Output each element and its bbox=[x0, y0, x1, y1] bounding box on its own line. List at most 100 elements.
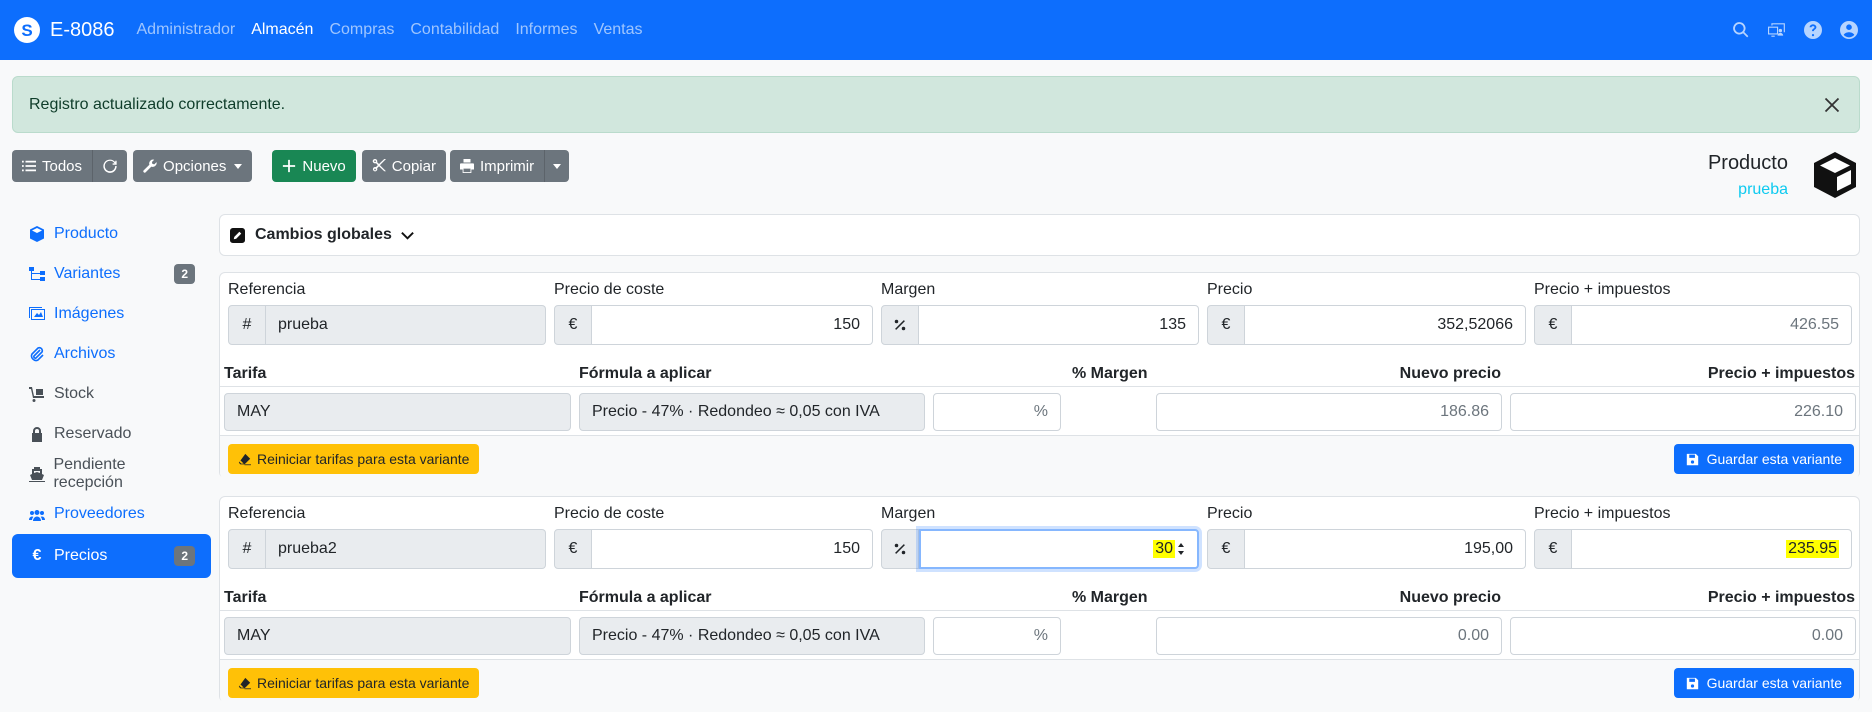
brand[interactable]: S E-8086 bbox=[14, 17, 115, 43]
sidebar-item-reservado[interactable]: Reservado bbox=[12, 414, 211, 454]
close-icon[interactable] bbox=[1821, 94, 1843, 116]
nav-contabilidad[interactable]: Contabilidad bbox=[410, 21, 499, 39]
success-alert: Registro actualizado correctamente. bbox=[12, 76, 1860, 133]
euro-icon: € bbox=[1534, 305, 1572, 345]
reset-label: Reiniciar tarifas para esta variante bbox=[257, 675, 470, 691]
sidebar-item-label: Variantes bbox=[54, 265, 121, 282]
number-spinner-icon[interactable] bbox=[1177, 541, 1185, 557]
referencia-input[interactable]: prueba bbox=[266, 305, 546, 345]
refresh-icon bbox=[103, 159, 117, 173]
page-subtitle[interactable]: prueba bbox=[1708, 181, 1788, 199]
nuevo-precio-input[interactable]: 186.86 bbox=[1156, 393, 1502, 431]
field-label: Precio bbox=[1207, 505, 1253, 522]
field-label: Precio bbox=[1207, 281, 1253, 298]
field-label: Referencia bbox=[228, 281, 306, 298]
imprimir-dropdown-button[interactable] bbox=[544, 150, 570, 182]
reset-label: Reiniciar tarifas para esta variante bbox=[257, 451, 470, 467]
nav-administrador[interactable]: Administrador bbox=[137, 21, 236, 39]
precio-impuestos-value: 235.95 bbox=[1786, 540, 1839, 558]
chevron-down-icon bbox=[234, 163, 243, 169]
precio-coste-field: Precio de coste €150 bbox=[554, 281, 873, 345]
margen-field: Margen 30 bbox=[881, 505, 1199, 569]
todos-button[interactable]: Todos bbox=[12, 150, 93, 182]
page-title-block: Producto prueba bbox=[1708, 152, 1788, 199]
chevron-down-icon bbox=[553, 163, 562, 169]
refresh-button[interactable] bbox=[92, 150, 128, 182]
imprimir-group: Imprimir bbox=[449, 150, 570, 182]
sidebar-item-archivos[interactable]: Archivos bbox=[12, 334, 211, 374]
global-changes-header[interactable]: Cambios globales bbox=[219, 214, 1860, 256]
percent-suffix: % bbox=[1033, 403, 1048, 420]
reset-tarifas-button[interactable]: Reiniciar tarifas para esta variante bbox=[228, 444, 480, 474]
variant-footer: Reiniciar tarifas para esta variante Gua… bbox=[220, 435, 1859, 479]
nav-ventas[interactable]: Ventas bbox=[594, 21, 643, 39]
pct-margen-input[interactable]: % bbox=[933, 617, 1061, 655]
imprimir-button[interactable]: Imprimir bbox=[449, 150, 545, 182]
reset-tarifas-button[interactable]: Reiniciar tarifas para esta variante bbox=[228, 668, 480, 698]
sidebar-item-variantes[interactable]: Variantes 2 bbox=[12, 254, 211, 294]
col-formula: Fórmula a aplicar bbox=[579, 589, 712, 606]
alert-message: Registro actualizado correctamente. bbox=[29, 95, 286, 113]
save-variant-button[interactable]: Guardar esta variante bbox=[1673, 668, 1854, 698]
save-variant-button[interactable]: Guardar esta variante bbox=[1673, 444, 1854, 474]
precio-impuestos-input[interactable]: 426.55 bbox=[1572, 305, 1852, 345]
precio-impuestos-input[interactable]: 235.95 bbox=[1572, 529, 1852, 569]
opciones-button[interactable]: Opciones bbox=[133, 150, 253, 182]
precio-input[interactable]: 195,00 bbox=[1245, 529, 1526, 569]
nuevo-precio-input[interactable]: 0.00 bbox=[1156, 617, 1502, 655]
field-label: Precio + impuestos bbox=[1534, 505, 1671, 522]
field-label: Referencia bbox=[228, 505, 306, 522]
paperclip-icon bbox=[28, 345, 46, 363]
scissors-icon bbox=[372, 159, 386, 172]
margen-input[interactable]: 135 bbox=[919, 305, 1199, 345]
nav-compras[interactable]: Compras bbox=[329, 21, 394, 39]
sidebar-item-pendiente-recepcion[interactable]: Pendiente recepción bbox=[12, 454, 211, 494]
list-icon bbox=[22, 160, 36, 172]
nuevo-group: Nuevo bbox=[272, 150, 356, 182]
precio-coste-field: Precio de coste €150 bbox=[554, 505, 873, 569]
nav-informes[interactable]: Informes bbox=[515, 21, 577, 39]
referencia-field: Referencia # prueba2 bbox=[228, 505, 546, 569]
tarifa-precio-impuestos-input[interactable]: 0.00 bbox=[1510, 617, 1856, 655]
euro-icon: € bbox=[32, 547, 42, 564]
sidebar-item-imagenes[interactable]: Imágenes bbox=[12, 294, 211, 334]
field-label: Precio de coste bbox=[554, 281, 665, 298]
sidebar-item-stock[interactable]: Stock bbox=[12, 374, 211, 414]
percent-icon bbox=[881, 529, 919, 569]
sidebar-item-label: Stock bbox=[54, 385, 95, 402]
copiar-group: Copiar bbox=[361, 150, 446, 182]
precio-field: Precio €352,52066 bbox=[1207, 281, 1526, 345]
images-icon bbox=[28, 305, 46, 323]
opciones-label: Opciones bbox=[163, 157, 227, 175]
search-icon[interactable] bbox=[1732, 21, 1750, 39]
precio-coste-input[interactable]: 150 bbox=[592, 529, 873, 569]
margen-value: 30 bbox=[1153, 540, 1175, 558]
tarifas-table-header: Tarifa Fórmula a aplicar % Margen Nuevo … bbox=[220, 365, 1859, 387]
wrench-icon bbox=[143, 159, 157, 173]
col-formula: Fórmula a aplicar bbox=[579, 365, 712, 382]
user-icon[interactable] bbox=[1840, 21, 1858, 39]
hash-icon: # bbox=[228, 529, 266, 569]
sidebar-item-producto[interactable]: Producto bbox=[12, 214, 211, 254]
help-icon[interactable] bbox=[1804, 21, 1822, 39]
tarifa-precio-impuestos-input[interactable]: 226.10 bbox=[1510, 393, 1856, 431]
margen-field: Margen 135 bbox=[881, 281, 1199, 345]
precio-impuestos-field: Precio + impuestos €235.95 bbox=[1534, 505, 1852, 569]
field-label: Precio + impuestos bbox=[1534, 281, 1671, 298]
nuevo-button[interactable]: Nuevo bbox=[272, 150, 356, 182]
euro-icon: € bbox=[554, 529, 592, 569]
copiar-label: Copiar bbox=[391, 157, 436, 175]
copiar-button[interactable]: Copiar bbox=[361, 150, 446, 182]
precio-input[interactable]: 352,52066 bbox=[1245, 305, 1526, 345]
precio-coste-input[interactable]: 150 bbox=[592, 305, 873, 345]
pct-margen-input[interactable]: % bbox=[933, 393, 1061, 431]
desktop-user-icon[interactable] bbox=[1768, 21, 1786, 39]
sitemap-icon bbox=[28, 265, 46, 283]
margen-input[interactable]: 30 bbox=[919, 529, 1199, 569]
sidebar-item-proveedores[interactable]: Proveedores bbox=[12, 494, 211, 534]
referencia-input[interactable]: prueba2 bbox=[266, 529, 546, 569]
sidebar-item-precios[interactable]: € Precios 2 bbox=[12, 534, 211, 578]
nav-almacen[interactable]: Almacén bbox=[251, 21, 313, 39]
save-label: Guardar esta variante bbox=[1706, 675, 1842, 691]
euro-icon: € bbox=[554, 305, 592, 345]
